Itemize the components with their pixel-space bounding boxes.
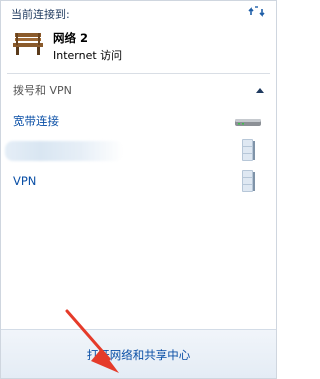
connection-item-broadband[interactable]: 宽带连接 — [1, 108, 276, 134]
current-connection-label: 当前连接到: — [11, 8, 70, 21]
connection-label: 宽带连接 — [13, 114, 59, 128]
bench-network-icon — [13, 33, 43, 55]
chevron-up-icon[interactable] — [256, 87, 264, 93]
connection-item-redacted[interactable] — [1, 138, 276, 164]
section-title: 拨号和 VPN — [13, 84, 72, 97]
server-icon — [242, 139, 255, 161]
connection-label: VPN — [13, 174, 37, 188]
network-name: 网络 2 — [53, 31, 89, 45]
open-network-sharing-center-link[interactable]: 打开网络和共享中心 — [1, 347, 276, 363]
footer-bar: 打开网络和共享中心 — [1, 329, 276, 378]
network-status: Internet 访问 — [53, 49, 123, 62]
network-refresh-icon[interactable] — [248, 4, 266, 20]
connection-item-vpn[interactable]: VPN — [1, 169, 276, 195]
server-icon — [242, 170, 255, 192]
network-flyout: 当前连接到: 网络 2 Internet 访问 拨号和 VPN 宽带连接 VPN… — [0, 0, 277, 379]
section-divider — [7, 73, 270, 74]
dialup-vpn-section-header[interactable]: 拨号和 VPN — [1, 80, 276, 100]
redacted-connection-label — [5, 141, 123, 161]
modem-icon — [235, 119, 261, 126]
